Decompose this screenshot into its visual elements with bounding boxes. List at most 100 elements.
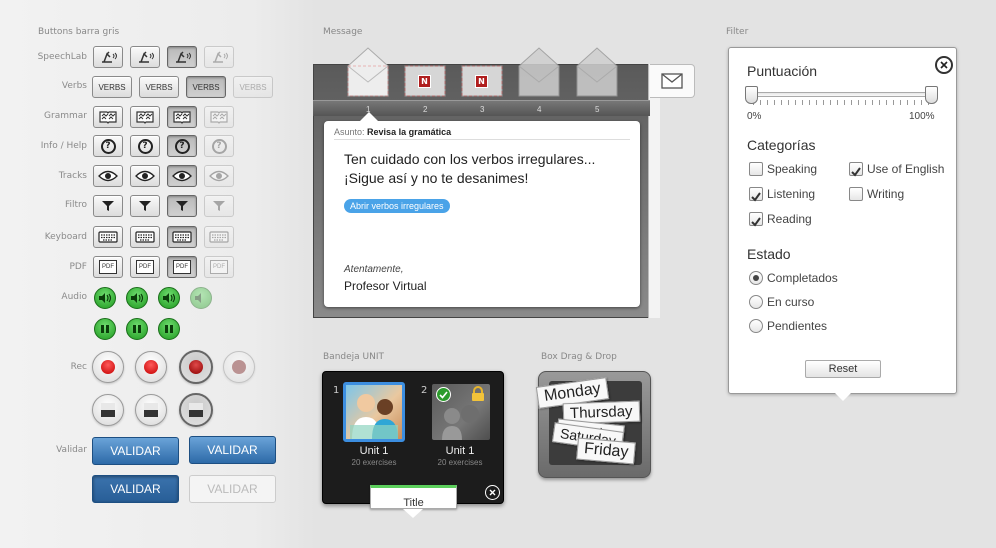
subject-line: Asunto: Revisa la gramática xyxy=(334,127,630,140)
filter-close-button[interactable] xyxy=(935,56,953,74)
keyboard-icon xyxy=(209,231,229,243)
filter-button-disabled[interactable] xyxy=(204,195,234,217)
stop-button-pressed[interactable] xyxy=(179,393,213,427)
radio-pendientes[interactable] xyxy=(749,319,763,333)
envelope-open-icon xyxy=(347,47,389,97)
keyboard-icon xyxy=(172,231,192,243)
tracks-button[interactable] xyxy=(93,165,123,187)
microscope-icon xyxy=(176,51,191,63)
microscope-icon xyxy=(102,51,117,63)
grammar-button[interactable] xyxy=(93,106,123,128)
verbs-button[interactable]: VERBS xyxy=(92,76,132,98)
score-slider-track[interactable] xyxy=(751,92,936,97)
tray-close-button[interactable] xyxy=(485,485,500,500)
message-section-title: Message xyxy=(323,27,363,37)
keyboard-button[interactable] xyxy=(93,226,123,248)
row-label-grammar: Grammar xyxy=(44,111,87,121)
record-button-hover[interactable] xyxy=(135,351,167,383)
grammar-button-hover[interactable] xyxy=(130,106,160,128)
message-tab-2[interactable]: N xyxy=(403,64,447,100)
radio-en-curso[interactable] xyxy=(749,295,763,309)
audio-pause-button[interactable] xyxy=(94,318,116,340)
tab-number-2: 2 xyxy=(423,105,428,114)
audio-play-button-pressed[interactable] xyxy=(158,287,180,309)
radio-pendientes-label: Pendientes xyxy=(767,319,828,333)
filter-button-pressed[interactable] xyxy=(167,195,197,217)
record-button[interactable] xyxy=(92,351,124,383)
stop-button-hover[interactable] xyxy=(135,394,167,426)
verbs-button-pressed[interactable]: VERBS xyxy=(186,76,226,98)
speechlab-button-pressed[interactable] xyxy=(167,46,197,68)
validar-button[interactable]: VALIDAR xyxy=(92,437,179,465)
pause-icon xyxy=(101,325,109,333)
reset-button[interactable]: Reset xyxy=(805,360,881,378)
validar-button-disabled[interactable]: VALIDAR xyxy=(189,475,276,503)
row-label-keyboard: Keyboard xyxy=(44,232,87,242)
tracks-button-disabled[interactable] xyxy=(204,165,234,187)
row-label-speechlab: SpeechLab xyxy=(37,52,87,62)
audio-play-button[interactable] xyxy=(94,287,116,309)
validar-button-hover[interactable]: VALIDAR xyxy=(189,436,276,464)
audio-pause-button-pressed[interactable] xyxy=(158,318,180,340)
funnel-icon xyxy=(102,201,114,211)
message-tab-3[interactable]: N xyxy=(460,64,504,100)
stop-square-icon xyxy=(101,403,115,417)
checkbox-listening[interactable] xyxy=(749,187,763,202)
keyboard-button-hover[interactable] xyxy=(130,226,160,248)
audio-pause-button-hover[interactable] xyxy=(126,318,148,340)
book-icon xyxy=(136,111,154,124)
speechlab-button[interactable] xyxy=(93,46,123,68)
checkmark-icon xyxy=(851,167,861,177)
verbs-button-disabled[interactable]: VERBS xyxy=(233,76,273,98)
score-slider-min-handle[interactable] xyxy=(745,86,758,104)
unit-card-1[interactable] xyxy=(343,382,405,442)
open-irregular-verbs-link[interactable]: Abrir verbos irregulares xyxy=(344,199,450,213)
grammar-button-pressed[interactable] xyxy=(167,106,197,128)
radio-completados[interactable] xyxy=(749,271,763,285)
score-slider-max-handle[interactable] xyxy=(925,86,938,104)
tray-title-label: Title xyxy=(403,497,424,509)
tab-number-3: 3 xyxy=(480,105,485,114)
message-tab-1[interactable] xyxy=(346,44,390,97)
info-button[interactable]: ? xyxy=(93,135,123,157)
checkbox-writing[interactable] xyxy=(849,187,863,201)
filter-button[interactable] xyxy=(93,195,123,217)
record-button-disabled[interactable] xyxy=(223,351,255,383)
students-image xyxy=(350,394,398,439)
checkbox-reading[interactable] xyxy=(749,212,763,227)
verbs-button-hover[interactable]: VERBS xyxy=(139,76,179,98)
checkbox-use-of-english[interactable] xyxy=(849,162,863,177)
message-tab-4[interactable] xyxy=(517,44,561,97)
tab-number-4: 4 xyxy=(537,105,542,114)
info-button-hover[interactable]: ? xyxy=(130,135,160,157)
message-tab-5[interactable] xyxy=(575,44,619,97)
pdf-button-pressed[interactable]: PDF xyxy=(167,256,197,278)
grammar-button-disabled[interactable] xyxy=(204,106,234,128)
stop-button[interactable] xyxy=(92,394,124,426)
tray-title-tab[interactable]: Title xyxy=(370,485,457,509)
envelope-open-icon xyxy=(518,47,560,97)
pdf-button[interactable]: PDF xyxy=(93,256,123,278)
record-button-pressed[interactable] xyxy=(179,350,213,384)
mail-tab[interactable] xyxy=(650,64,695,98)
keyboard-button-disabled[interactable] xyxy=(204,226,234,248)
audio-play-button-hover[interactable] xyxy=(126,287,148,309)
info-button-disabled[interactable]: ? xyxy=(204,135,234,157)
speechlab-button-disabled[interactable] xyxy=(204,46,234,68)
speechlab-button-hover[interactable] xyxy=(130,46,160,68)
info-button-pressed[interactable]: ? xyxy=(167,135,197,157)
radio-selected-dot xyxy=(753,275,759,281)
validar-button-pressed[interactable]: VALIDAR xyxy=(92,475,179,503)
audio-play-button-disabled[interactable] xyxy=(190,287,212,309)
pdf-icon: PDF xyxy=(173,260,191,274)
checkbox-use-of-english-label: Use of English xyxy=(867,162,945,176)
keyboard-button-pressed[interactable] xyxy=(167,226,197,248)
row-label-pdf: PDF xyxy=(69,262,87,272)
tracks-button-pressed[interactable] xyxy=(167,165,197,187)
unit-title-2: Unit 1 xyxy=(445,445,475,457)
pdf-button-hover[interactable]: PDF xyxy=(130,256,160,278)
checkbox-speaking[interactable] xyxy=(749,162,763,176)
tracks-button-hover[interactable] xyxy=(130,165,160,187)
pdf-button-disabled[interactable]: PDF xyxy=(204,256,234,278)
filter-button-hover[interactable] xyxy=(130,195,160,217)
